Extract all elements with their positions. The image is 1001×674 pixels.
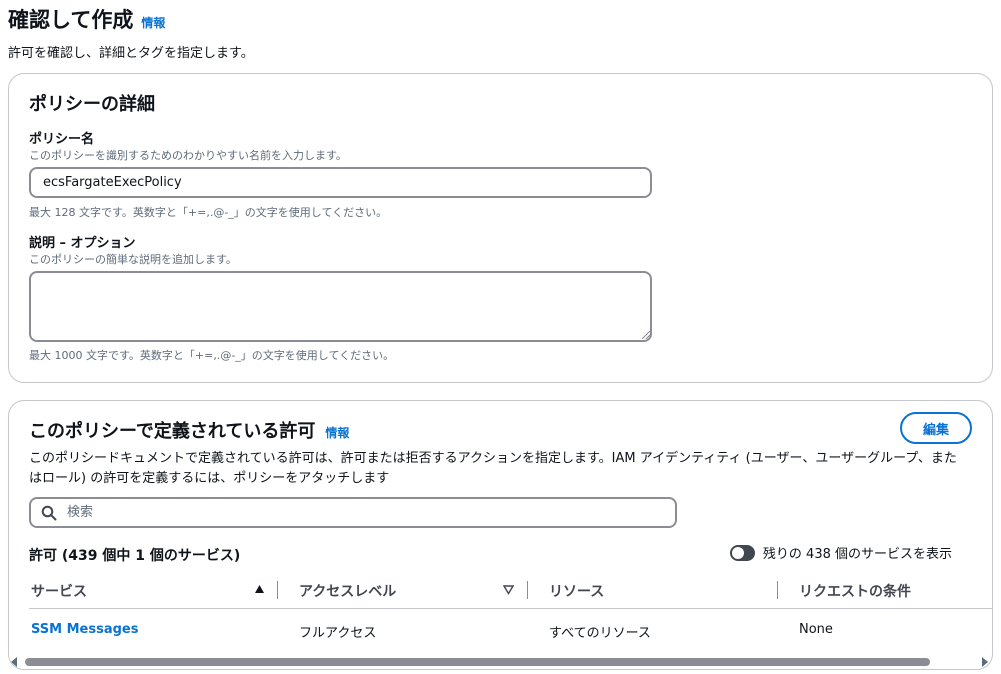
- review-and-create-page: 確認して作成 情報 許可を確認し、詳細とタグを指定します。 ポリシーの詳細 ポリ…: [0, 0, 1001, 674]
- edit-button[interactable]: 編集: [900, 412, 972, 444]
- page-header: 確認して作成 情報 許可を確認し、詳細とタグを指定します。: [8, 4, 254, 61]
- search-field[interactable]: [29, 497, 677, 528]
- page-info-link[interactable]: 情報: [141, 14, 165, 31]
- policy-details-container: ポリシーの詳細 ポリシー名 このポリシーを識別するためのわかりやすい名前を入力し…: [8, 73, 993, 383]
- policy-name-label: ポリシー名: [29, 132, 95, 147]
- policy-description-label: 説明 – オプション: [29, 236, 136, 251]
- column-header-request-condition[interactable]: リクエストの条件: [799, 581, 911, 601]
- permissions-count: 許可 (439 個中 1 個のサービス): [29, 548, 241, 564]
- column-header-resource[interactable]: リソース: [549, 581, 604, 601]
- search-input[interactable]: [65, 504, 675, 521]
- table-row: SSM Messages フルアクセス すべてのリソース None: [29, 609, 992, 651]
- permissions-info-link[interactable]: 情報: [325, 424, 349, 441]
- permissions-table: サービス アクセスレベル リソース リクエストの条件 SSM Messages …: [29, 571, 992, 651]
- request-condition-cell: None: [799, 622, 833, 637]
- column-header-access-level[interactable]: アクセスレベル: [299, 581, 396, 601]
- search-icon: [41, 505, 57, 520]
- resource-cell: すべてのリソース: [549, 626, 651, 641]
- column-separator[interactable]: [777, 581, 778, 599]
- show-remaining-toggle-label[interactable]: 残りの 438 個のサービスを表示: [763, 543, 952, 562]
- page-description: 許可を確認し、詳細とタグを指定します。: [8, 46, 254, 61]
- table-header: サービス アクセスレベル リソース リクエストの条件: [29, 571, 992, 609]
- policy-details-title: ポリシーの詳細: [29, 94, 155, 115]
- show-remaining-toggle-group[interactable]: 残りの 438 個のサービスを表示: [729, 543, 952, 562]
- page-title: 確認して作成: [8, 8, 134, 32]
- permissions-description: このポリシードキュメントで定義されている許可は、許可または拒否するアクションを指…: [29, 451, 957, 486]
- policy-name-constraint: 最大 128 文字です。英数字と「+=,.@-_」の文字を使用してください。: [29, 206, 388, 219]
- policy-name-input[interactable]: [29, 167, 652, 198]
- horizontal-scrollbar[interactable]: [9, 653, 992, 667]
- policy-description-help: このポリシーの簡単な説明を追加します。: [29, 253, 237, 266]
- column-header-service[interactable]: サービス: [31, 581, 87, 601]
- policy-name-description: このポリシーを識別するためのわかりやすい名前を入力します。: [29, 149, 347, 162]
- service-link[interactable]: SSM Messages: [31, 622, 138, 637]
- policy-description-textarea[interactable]: [29, 271, 652, 342]
- toggle-knob: [731, 546, 744, 559]
- show-remaining-toggle[interactable]: [729, 544, 755, 561]
- access-level-cell: フルアクセス: [299, 626, 377, 641]
- column-separator[interactable]: [527, 581, 528, 599]
- textarea-resize-handle[interactable]: [642, 331, 650, 339]
- policy-description-constraint: 最大 1000 文字です。英数字と「+=,.@-_」の文字を使用してください。: [29, 349, 395, 362]
- column-separator[interactable]: [277, 581, 278, 599]
- permissions-title: このポリシーで定義されている許可: [29, 421, 316, 442]
- permissions-container: このポリシーで定義されている許可 情報 編集 このポリシードキュメントで定義され…: [8, 400, 993, 670]
- scroll-right-arrow-icon[interactable]: [982, 657, 988, 667]
- sort-ascending-icon[interactable]: [254, 584, 265, 595]
- scroll-left-arrow-icon[interactable]: [11, 657, 17, 667]
- scrollbar-thumb[interactable]: [25, 658, 930, 666]
- sort-descending-icon[interactable]: [503, 584, 514, 595]
